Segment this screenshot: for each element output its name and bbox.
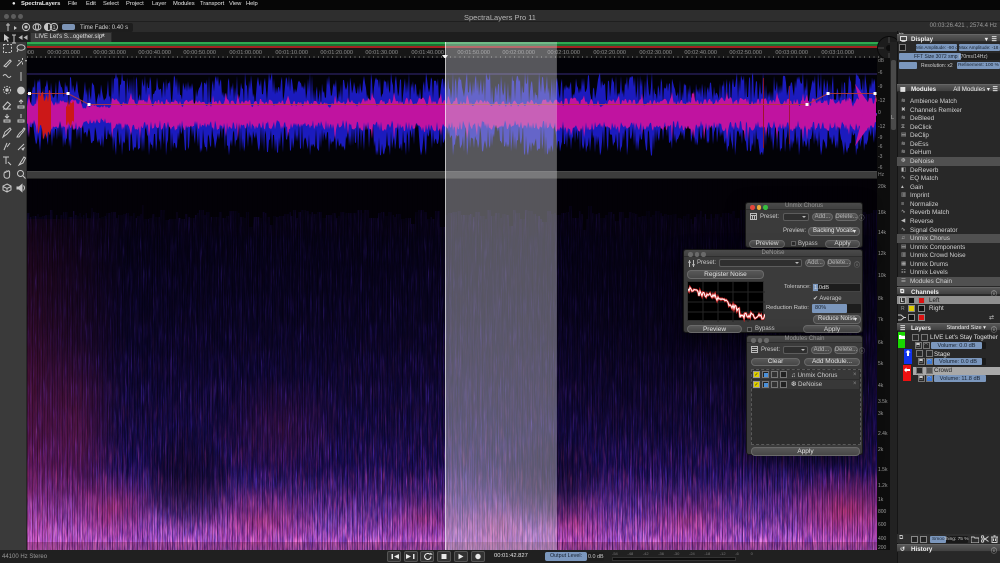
svg-text:1: 1: [52, 25, 55, 31]
